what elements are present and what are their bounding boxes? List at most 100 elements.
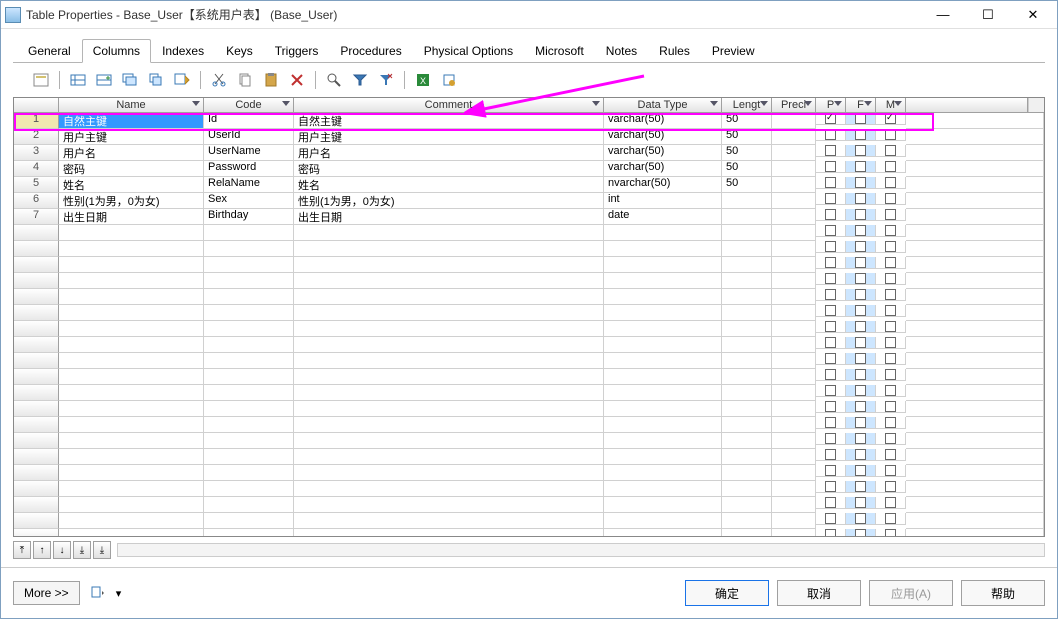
table-row[interactable]: 7出生日期Birthday出生日期date [14, 209, 1044, 225]
comment-cell[interactable]: 出生日期 [294, 209, 604, 225]
tab-triggers[interactable]: Triggers [264, 39, 330, 63]
datatype-cell[interactable]: date [604, 209, 722, 225]
cut-icon[interactable] [209, 70, 229, 90]
checkbox-cell[interactable] [876, 225, 906, 237]
name-cell[interactable]: 姓名 [59, 177, 204, 193]
col-header-foreign[interactable]: F [846, 98, 876, 112]
add-rows-icon[interactable] [120, 70, 140, 90]
checkbox-cell[interactable] [846, 161, 876, 173]
checkbox-cell[interactable] [816, 113, 846, 125]
checkbox-cell[interactable] [846, 177, 876, 189]
tab-general[interactable]: General [17, 39, 82, 63]
checkbox-cell[interactable] [876, 241, 906, 253]
checkbox-cell[interactable] [846, 113, 876, 125]
find-icon[interactable] [324, 70, 344, 90]
checkbox-cell[interactable] [816, 305, 846, 317]
checkbox-cell[interactable] [876, 417, 906, 429]
row-header[interactable] [14, 257, 59, 273]
minimize-button[interactable]: — [923, 3, 963, 27]
tab-microsoft[interactable]: Microsoft [524, 39, 595, 63]
checkbox-cell[interactable] [816, 401, 846, 413]
row-header[interactable] [14, 353, 59, 369]
row-header[interactable]: 3 [14, 145, 59, 161]
col-header-code[interactable]: Code [204, 98, 294, 112]
checkbox-cell[interactable] [876, 209, 906, 221]
filter-dropdown-icon[interactable] [864, 101, 872, 106]
length-cell[interactable]: 50 [722, 145, 772, 161]
checkbox-cell[interactable] [846, 465, 876, 477]
checkbox-cell[interactable] [876, 337, 906, 349]
col-header-name[interactable]: Name [59, 98, 204, 112]
filter-clear-icon[interactable] [376, 70, 396, 90]
filter-dropdown-icon[interactable] [192, 101, 200, 106]
checkbox-cell[interactable] [846, 385, 876, 397]
move-up-button[interactable]: ↑ [33, 541, 51, 559]
row-header[interactable] [14, 449, 59, 465]
name-cell[interactable]: 性别(1为男，0为女) [59, 193, 204, 209]
tab-columns[interactable]: Columns [82, 39, 151, 63]
table-row-empty[interactable] [14, 353, 1044, 369]
length-cell[interactable]: 50 [722, 177, 772, 193]
precision-cell[interactable] [772, 145, 816, 161]
table-row-empty[interactable] [14, 257, 1044, 273]
row-header[interactable] [14, 241, 59, 257]
checkbox-cell[interactable] [816, 209, 846, 221]
tab-physical-options[interactable]: Physical Options [413, 39, 524, 63]
filter-dropdown-icon[interactable] [894, 101, 902, 106]
row-header[interactable]: 7 [14, 209, 59, 225]
checkbox-cell[interactable] [846, 513, 876, 525]
checkbox-cell[interactable] [876, 193, 906, 205]
ok-button[interactable]: 确定 [685, 580, 769, 606]
table-row-empty[interactable] [14, 321, 1044, 337]
code-cell[interactable]: Birthday [204, 209, 294, 225]
row-header[interactable]: 2 [14, 129, 59, 145]
checkbox-cell[interactable] [816, 433, 846, 445]
checkbox-cell[interactable] [816, 385, 846, 397]
checkbox-cell[interactable] [846, 353, 876, 365]
copy-icon[interactable] [235, 70, 255, 90]
filter-dropdown-icon[interactable] [760, 101, 768, 106]
row-header[interactable] [14, 385, 59, 401]
h-scrollbar[interactable] [117, 543, 1045, 557]
filter-dropdown-icon[interactable] [834, 101, 842, 106]
row-header[interactable] [14, 321, 59, 337]
table-row[interactable]: 2用户主键UserId用户主键varchar(50)50 [14, 129, 1044, 145]
name-cell[interactable]: 用户名 [59, 145, 204, 161]
paste-icon[interactable] [261, 70, 281, 90]
datatype-cell[interactable]: int [604, 193, 722, 209]
filter-dropdown-icon[interactable] [804, 101, 812, 106]
submenu-icon[interactable] [172, 70, 192, 90]
datatype-cell[interactable]: varchar(50) [604, 129, 722, 145]
filter-dropdown-icon[interactable] [282, 101, 290, 106]
checkbox-cell[interactable] [876, 529, 906, 536]
checkbox-cell[interactable] [846, 241, 876, 253]
row-header[interactable] [14, 401, 59, 417]
row-header[interactable] [14, 481, 59, 497]
table-row-empty[interactable] [14, 241, 1044, 257]
checkbox-cell[interactable] [846, 497, 876, 509]
table-row[interactable]: 4密码Password密码varchar(50)50 [14, 161, 1044, 177]
checkbox-cell[interactable] [876, 321, 906, 333]
length-cell[interactable] [722, 209, 772, 225]
code-cell[interactable]: Password [204, 161, 294, 177]
tab-notes[interactable]: Notes [595, 39, 648, 63]
table-row-empty[interactable] [14, 513, 1044, 529]
checkbox-cell[interactable] [816, 337, 846, 349]
close-button[interactable]: ✕ [1013, 3, 1053, 27]
row-header[interactable] [14, 337, 59, 353]
checkbox-cell[interactable] [846, 209, 876, 221]
table-row-empty[interactable] [14, 465, 1044, 481]
help-button[interactable]: 帮助 [961, 580, 1045, 606]
checkbox-cell[interactable] [846, 273, 876, 285]
name-cell[interactable]: 密码 [59, 161, 204, 177]
checkbox-cell[interactable] [876, 481, 906, 493]
preview-dropdown-icon[interactable] [88, 583, 108, 603]
code-cell[interactable]: UserId [204, 129, 294, 145]
precision-cell[interactable] [772, 161, 816, 177]
checkbox-cell[interactable] [876, 353, 906, 365]
tab-keys[interactable]: Keys [215, 39, 264, 63]
checkbox-cell[interactable] [816, 161, 846, 173]
row-header[interactable]: 4 [14, 161, 59, 177]
apply-button[interactable]: 应用(A) [869, 580, 953, 606]
checkbox-cell[interactable] [816, 289, 846, 301]
